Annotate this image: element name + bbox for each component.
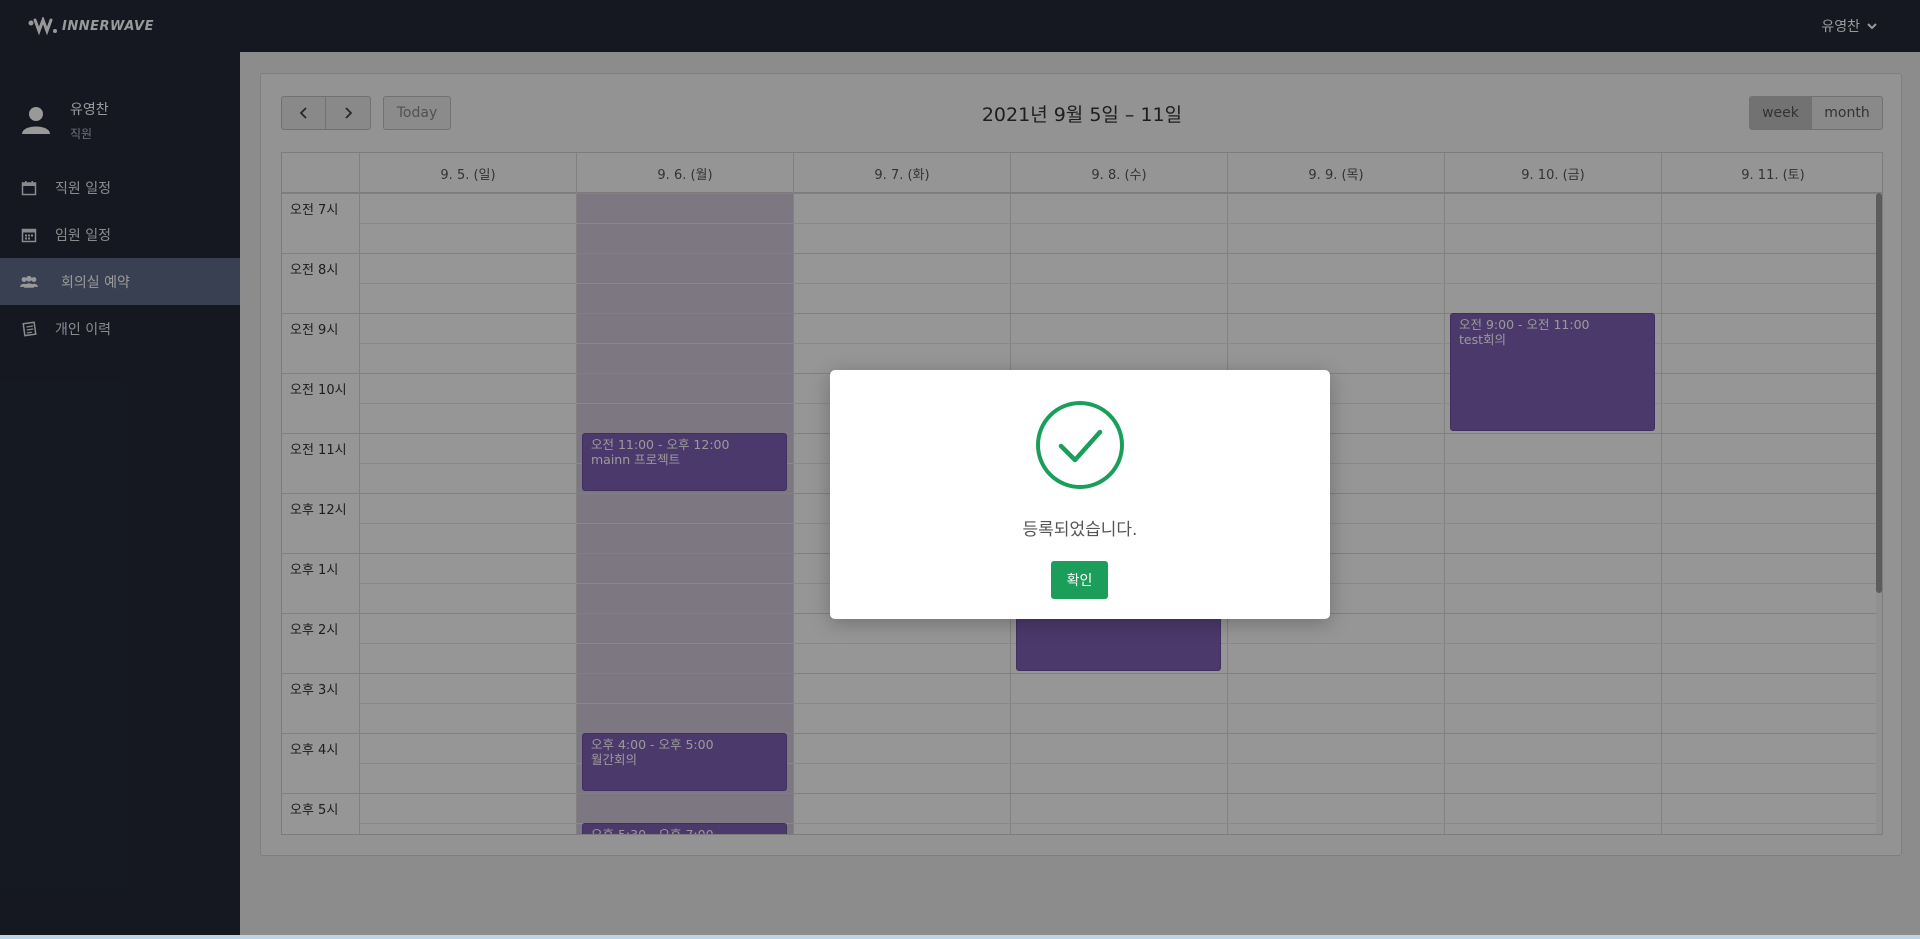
dialog-message: 등록되었습니다. xyxy=(1022,520,1138,540)
taskbar-strip xyxy=(0,935,1920,939)
confirm-button[interactable]: 확인 xyxy=(1051,561,1108,599)
success-dialog: 등록되었습니다. 확인 xyxy=(830,370,1330,619)
success-check-icon xyxy=(1036,401,1124,489)
